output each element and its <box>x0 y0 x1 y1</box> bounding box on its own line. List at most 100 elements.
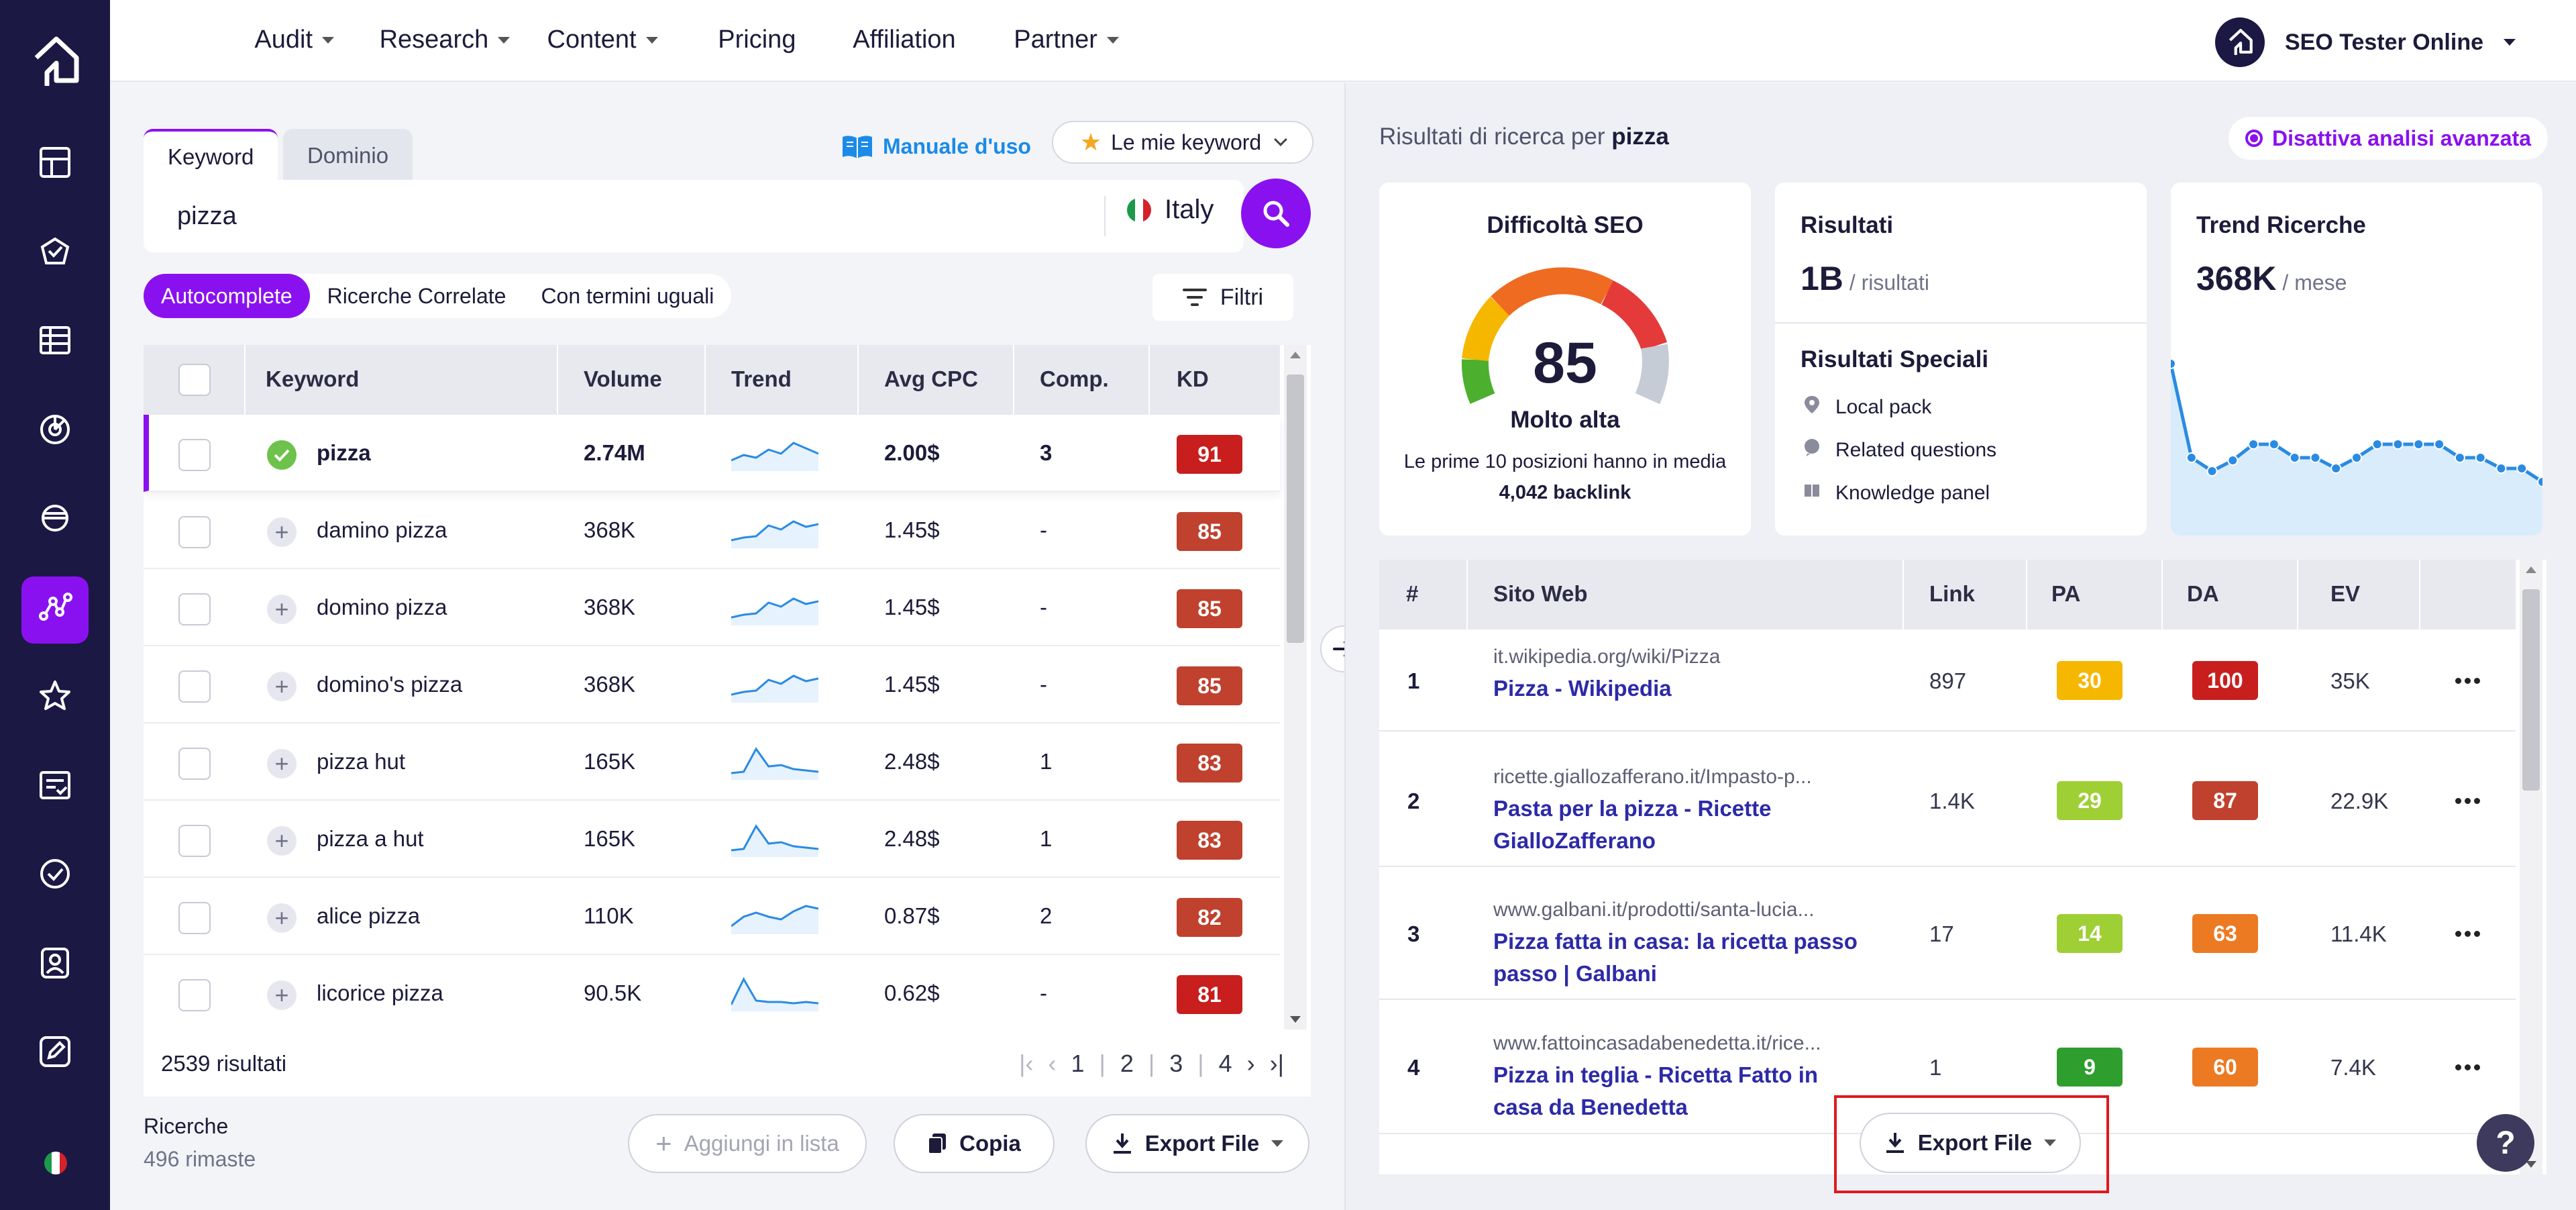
row-checkbox[interactable] <box>178 670 211 703</box>
sidebar-item-dashboard[interactable] <box>21 132 89 199</box>
keyword-table-scrollbar[interactable] <box>1284 345 1307 1029</box>
sidebar-item-planet[interactable] <box>21 487 89 554</box>
site-title-link[interactable]: Pizza - Wikipedia <box>1493 672 1869 705</box>
search-trend-volume: 368K <box>2196 260 2277 297</box>
sidebar-item-audit[interactable] <box>21 221 89 288</box>
mode-ricerche-correlate[interactable]: Ricerche Correlate <box>310 274 524 318</box>
nav-audit[interactable]: Audit <box>254 26 335 54</box>
help-button[interactable]: ? <box>2477 1114 2534 1172</box>
language-flag-icon[interactable] <box>44 1152 67 1174</box>
prev-page-icon[interactable]: ‹ <box>1048 1050 1056 1078</box>
keyword-cell[interactable]: pizza hut <box>317 749 405 774</box>
plus-icon[interactable]: + <box>267 672 297 701</box>
nav-partner[interactable]: Partner <box>1014 26 1119 54</box>
col-kd[interactable]: KD <box>1177 366 1209 392</box>
col-trend[interactable]: Trend <box>731 366 792 392</box>
keyword-cell[interactable]: domino's pizza <box>317 672 462 697</box>
tab-dominio[interactable]: Dominio <box>283 129 413 183</box>
col-avg-cpc[interactable]: Avg CPC <box>884 366 978 392</box>
table-row[interactable]: pizza 2.74M 2.00$ 3 91 <box>144 415 1280 492</box>
add-to-list-button[interactable]: + Aggiungi in lista <box>628 1114 867 1173</box>
next-page-icon[interactable]: › <box>1247 1050 1255 1078</box>
row-checkbox[interactable] <box>178 979 211 1011</box>
more-options-icon[interactable] <box>2455 931 2480 937</box>
logo-icon[interactable] <box>27 34 83 90</box>
first-page-icon[interactable]: |‹ <box>1019 1050 1033 1078</box>
plus-icon[interactable]: + <box>267 595 297 624</box>
sidebar-item-portrait[interactable] <box>21 932 89 999</box>
keyword-cell[interactable]: alice pizza <box>317 903 420 929</box>
sidebar-item-star[interactable] <box>21 665 89 732</box>
manual-link[interactable]: Manuale d'uso <box>841 133 1031 160</box>
row-checkbox[interactable] <box>178 516 211 548</box>
site-title-link[interactable]: Pizza fatta in casa: la ricetta passo pa… <box>1493 925 1869 990</box>
select-all-checkbox[interactable] <box>178 364 211 396</box>
nav-research[interactable]: Research <box>380 26 511 54</box>
more-options-icon[interactable] <box>2455 1064 2480 1070</box>
plus-icon[interactable]: + <box>267 826 297 856</box>
page-4[interactable]: 4 <box>1219 1050 1232 1078</box>
more-options-icon[interactable] <box>2455 798 2480 804</box>
my-keywords-button[interactable]: ★ Le mie keyword <box>1052 121 1313 164</box>
site-title-link[interactable]: Pasta per la pizza - Ricette GialloZaffe… <box>1493 793 1869 857</box>
col-site[interactable]: Sito Web <box>1493 581 1588 607</box>
filters-button[interactable]: Filtri <box>1152 274 1293 321</box>
more-options-icon[interactable] <box>2455 678 2480 684</box>
keyword-cell[interactable]: licorice pizza <box>317 980 443 1006</box>
cpc-cell: 1.45$ <box>884 595 940 619</box>
user-menu[interactable]: SEO Tester Online <box>2214 17 2516 67</box>
table-row[interactable]: + pizza hut 165K 2.48$ 1 83 <box>144 723 1280 801</box>
table-row[interactable]: + pizza a hut 165K 2.48$ 1 83 <box>144 801 1280 878</box>
row-checkbox[interactable] <box>178 593 211 625</box>
table-row[interactable]: + licorice pizza 90.5K 0.62$ - 81 <box>144 955 1280 1029</box>
nav-pricing[interactable]: Pricing <box>718 26 796 54</box>
nav-affiliation[interactable]: Affiliation <box>853 26 956 54</box>
table-row[interactable]: + domino pizza 368K 1.45$ - 85 <box>144 569 1280 646</box>
plus-icon[interactable]: + <box>267 980 297 1010</box>
row-checkbox[interactable] <box>178 902 211 934</box>
sidebar-item-radar[interactable] <box>21 399 89 466</box>
advanced-analysis-toggle[interactable]: Disattiva analisi avanzata <box>2229 117 2548 160</box>
sidebar-item-table[interactable] <box>21 309 89 376</box>
export-file-button-left[interactable]: Export File <box>1085 1114 1309 1173</box>
sidebar-item-checklist[interactable] <box>21 754 89 821</box>
copy-button[interactable]: Copia <box>894 1114 1055 1173</box>
keyword-cell[interactable]: pizza a hut <box>317 826 424 852</box>
col-ev[interactable]: EV <box>2330 581 2360 607</box>
last-page-icon[interactable]: ›| <box>1270 1050 1284 1078</box>
mode-autocomplete[interactable]: Autocomplete <box>144 274 310 318</box>
sidebar-item-target[interactable] <box>21 843 89 910</box>
row-checkbox[interactable] <box>178 825 211 857</box>
col-comp[interactable]: Comp. <box>1040 366 1109 392</box>
check-icon[interactable] <box>267 440 297 470</box>
sidebar-item-keyword-graph[interactable] <box>21 576 89 644</box>
col-volume[interactable]: Volume <box>584 366 662 392</box>
sidebar-item-edit[interactable] <box>21 1021 89 1088</box>
keyword-cell[interactable]: domino pizza <box>317 595 447 620</box>
table-row[interactable]: + damino pizza 368K 1.45$ - 85 <box>144 492 1280 569</box>
page-2[interactable]: 2 <box>1120 1050 1134 1078</box>
mode-termini-uguali[interactable]: Con termini uguali <box>523 274 731 318</box>
col-keyword[interactable]: Keyword <box>266 366 359 392</box>
plus-icon[interactable]: + <box>267 749 297 778</box>
serp-table-scrollbar[interactable] <box>2520 560 2542 1174</box>
col-link[interactable]: Link <box>1929 581 1975 607</box>
plus-icon[interactable]: + <box>267 903 297 933</box>
col-pa[interactable]: PA <box>2051 581 2080 607</box>
tab-keyword[interactable]: Keyword <box>144 129 278 183</box>
nav-content[interactable]: Content <box>547 26 658 54</box>
page-1[interactable]: 1 <box>1071 1050 1084 1078</box>
plus-icon[interactable]: + <box>267 517 297 547</box>
table-row[interactable]: + domino's pizza 368K 1.45$ - 85 <box>144 646 1280 723</box>
row-checkbox[interactable] <box>178 439 211 471</box>
site-title-link[interactable]: Pizza in teglia - Ricetta Fatto in casa … <box>1493 1059 1869 1123</box>
search-button[interactable] <box>1241 179 1311 248</box>
keyword-cell[interactable]: pizza <box>317 440 371 466</box>
table-row[interactable]: + alice pizza 110K 0.87$ 2 82 <box>144 878 1280 955</box>
col-da[interactable]: DA <box>2187 581 2219 607</box>
col-rank[interactable]: # <box>1406 581 1418 607</box>
search-input[interactable] <box>177 195 1049 238</box>
keyword-cell[interactable]: damino pizza <box>317 517 447 543</box>
page-3[interactable]: 3 <box>1169 1050 1183 1078</box>
row-checkbox[interactable] <box>178 748 211 780</box>
